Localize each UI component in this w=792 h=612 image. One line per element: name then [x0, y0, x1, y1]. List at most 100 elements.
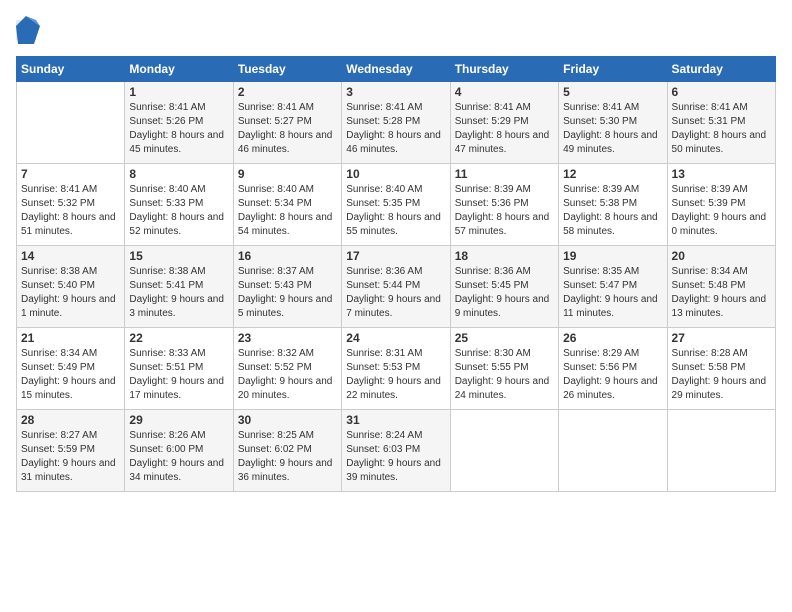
calendar-cell: 26Sunrise: 8:29 AMSunset: 5:56 PMDayligh… [559, 328, 667, 410]
calendar-cell: 9 Sunrise: 8:40 AMSunset: 5:34 PMDaylight… [233, 164, 341, 246]
calendar-week-row: 7Sunrise: 8:41 AMSunset: 5:32 PMDaylight… [17, 164, 776, 246]
day-number: 28 [21, 413, 120, 427]
cell-content: Sunrise: 8:34 AMSunset: 5:49 PMDaylight:… [21, 348, 116, 401]
cell-content: Sunrise: 8:39 AMSunset: 5:39 PMDaylight:… [672, 184, 767, 237]
day-number: 29 [129, 413, 228, 427]
calendar-cell [450, 410, 558, 492]
weekday-header: Sunday [17, 57, 125, 82]
day-number: 20 [672, 249, 771, 263]
cell-content: Sunrise: 8:31 AMSunset: 5:53 PMDaylight:… [346, 348, 441, 401]
day-number: 31 [346, 413, 445, 427]
page-container: SundayMondayTuesdayWednesdayThursdayFrid… [0, 0, 792, 500]
day-number: 11 [455, 167, 554, 181]
calendar-week-row: 14 Sunrise: 8:38 AMSunset: 5:40 PMDayligh… [17, 246, 776, 328]
weekday-header: Friday [559, 57, 667, 82]
calendar-cell: 15 Sunrise: 8:38 AMSunset: 5:41 PMDayligh… [125, 246, 233, 328]
cell-content: Sunrise: 8:34 AMSunset: 5:48 PMDaylight:… [672, 266, 767, 319]
day-number: 23 [238, 331, 337, 345]
cell-content: Sunrise: 8:36 AMSunset: 5:45 PMDaylight:… [455, 266, 550, 319]
cell-content: Sunrise: 8:26 AMSunset: 6:00 PMDaylight:… [129, 430, 224, 483]
day-number: 27 [672, 331, 771, 345]
cell-content: Sunrise: 8:35 AMSunset: 5:47 PMDaylight:… [563, 266, 658, 319]
calendar-cell: 6 Sunrise: 8:41 AMSunset: 5:31 PMDaylight… [667, 82, 775, 164]
cell-content: Sunrise: 8:41 AMSunset: 5:27 PMDaylight:… [238, 102, 333, 155]
calendar-cell: 19 Sunrise: 8:35 AMSunset: 5:47 PMDayligh… [559, 246, 667, 328]
calendar-cell: 16 Sunrise: 8:37 AMSunset: 5:43 PMDayligh… [233, 246, 341, 328]
day-number: 14 [21, 249, 120, 263]
weekday-header: Saturday [667, 57, 775, 82]
day-number: 26 [563, 331, 662, 345]
calendar-cell: 4 Sunrise: 8:41 AMSunset: 5:29 PMDaylight… [450, 82, 558, 164]
calendar-cell [667, 410, 775, 492]
cell-content: Sunrise: 8:37 AMSunset: 5:43 PMDaylight:… [238, 266, 333, 319]
calendar-cell: 10Sunrise: 8:40 AMSunset: 5:35 PMDayligh… [342, 164, 450, 246]
calendar-cell [559, 410, 667, 492]
calendar-cell: 11Sunrise: 8:39 AMSunset: 5:36 PMDayligh… [450, 164, 558, 246]
cell-content: Sunrise: 8:27 AMSunset: 5:59 PMDaylight:… [21, 430, 116, 483]
calendar-cell: 18 Sunrise: 8:36 AMSunset: 5:45 PMDayligh… [450, 246, 558, 328]
cell-content: Sunrise: 8:36 AMSunset: 5:44 PMDaylight:… [346, 266, 441, 319]
day-number: 8 [129, 167, 228, 181]
day-number: 2 [238, 85, 337, 99]
calendar-cell: 17 Sunrise: 8:36 AMSunset: 5:44 PMDayligh… [342, 246, 450, 328]
day-number: 15 [129, 249, 228, 263]
calendar-cell: 28 Sunrise: 8:27 AMSunset: 5:59 PMDayligh… [17, 410, 125, 492]
weekday-header: Thursday [450, 57, 558, 82]
cell-content: Sunrise: 8:41 AMSunset: 5:31 PMDaylight:… [672, 102, 767, 155]
calendar-cell: 13 Sunrise: 8:39 AMSunset: 5:39 PMDayligh… [667, 164, 775, 246]
cell-content: Sunrise: 8:40 AMSunset: 5:34 PMDaylight:… [238, 184, 333, 237]
calendar-week-row: 28 Sunrise: 8:27 AMSunset: 5:59 PMDayligh… [17, 410, 776, 492]
day-number: 4 [455, 85, 554, 99]
cell-content: Sunrise: 8:41 AMSunset: 5:26 PMDaylight:… [129, 102, 224, 155]
cell-content: Sunrise: 8:39 AMSunset: 5:38 PMDaylight:… [563, 184, 658, 237]
cell-content: Sunrise: 8:24 AMSunset: 6:03 PMDaylight:… [346, 430, 441, 483]
cell-content: Sunrise: 8:28 AMSunset: 5:58 PMDaylight:… [672, 348, 767, 401]
cell-content: Sunrise: 8:32 AMSunset: 5:52 PMDaylight:… [238, 348, 333, 401]
calendar-cell: 12 Sunrise: 8:39 AMSunset: 5:38 PMDayligh… [559, 164, 667, 246]
logo [16, 16, 44, 44]
calendar-cell: 1 Sunrise: 8:41 AMSunset: 5:26 PMDaylight… [125, 82, 233, 164]
day-number: 12 [563, 167, 662, 181]
calendar-week-row: 21Sunrise: 8:34 AMSunset: 5:49 PMDayligh… [17, 328, 776, 410]
calendar-cell: 3Sunrise: 8:41 AMSunset: 5:28 PMDaylight… [342, 82, 450, 164]
calendar-cell: 20 Sunrise: 8:34 AMSunset: 5:48 PMDayligh… [667, 246, 775, 328]
day-number: 1 [129, 85, 228, 99]
day-number: 25 [455, 331, 554, 345]
cell-content: Sunrise: 8:41 AMSunset: 5:30 PMDaylight:… [563, 102, 658, 155]
day-number: 3 [346, 85, 445, 99]
calendar-table: SundayMondayTuesdayWednesdayThursdayFrid… [16, 56, 776, 492]
cell-content: Sunrise: 8:33 AMSunset: 5:51 PMDaylight:… [129, 348, 224, 401]
header [16, 16, 776, 44]
day-number: 16 [238, 249, 337, 263]
cell-content: Sunrise: 8:38 AMSunset: 5:41 PMDaylight:… [129, 266, 224, 319]
calendar-cell: 24Sunrise: 8:31 AMSunset: 5:53 PMDayligh… [342, 328, 450, 410]
cell-content: Sunrise: 8:40 AMSunset: 5:33 PMDaylight:… [129, 184, 224, 237]
day-number: 6 [672, 85, 771, 99]
calendar-cell: 23 Sunrise: 8:32 AMSunset: 5:52 PMDayligh… [233, 328, 341, 410]
calendar-cell: 5 Sunrise: 8:41 AMSunset: 5:30 PMDaylight… [559, 82, 667, 164]
logo-icon [16, 16, 40, 44]
day-number: 7 [21, 167, 120, 181]
cell-content: Sunrise: 8:25 AMSunset: 6:02 PMDaylight:… [238, 430, 333, 483]
calendar-cell [17, 82, 125, 164]
day-number: 5 [563, 85, 662, 99]
calendar-cell: 29 Sunrise: 8:26 AMSunset: 6:00 PMDayligh… [125, 410, 233, 492]
day-number: 18 [455, 249, 554, 263]
calendar-cell: 2 Sunrise: 8:41 AMSunset: 5:27 PMDaylight… [233, 82, 341, 164]
day-number: 13 [672, 167, 771, 181]
calendar-cell: 21Sunrise: 8:34 AMSunset: 5:49 PMDayligh… [17, 328, 125, 410]
cell-content: Sunrise: 8:38 AMSunset: 5:40 PMDaylight:… [21, 266, 116, 319]
calendar-cell: 30Sunrise: 8:25 AMSunset: 6:02 PMDayligh… [233, 410, 341, 492]
day-number: 19 [563, 249, 662, 263]
weekday-header: Monday [125, 57, 233, 82]
cell-content: Sunrise: 8:41 AMSunset: 5:29 PMDaylight:… [455, 102, 550, 155]
calendar-cell: 31 Sunrise: 8:24 AMSunset: 6:03 PMDayligh… [342, 410, 450, 492]
calendar-cell: 7Sunrise: 8:41 AMSunset: 5:32 PMDaylight… [17, 164, 125, 246]
day-number: 17 [346, 249, 445, 263]
calendar-cell: 25 Sunrise: 8:30 AMSunset: 5:55 PMDayligh… [450, 328, 558, 410]
cell-content: Sunrise: 8:30 AMSunset: 5:55 PMDaylight:… [455, 348, 550, 401]
calendar-cell: 27 Sunrise: 8:28 AMSunset: 5:58 PMDayligh… [667, 328, 775, 410]
calendar-cell: 22Sunrise: 8:33 AMSunset: 5:51 PMDayligh… [125, 328, 233, 410]
day-number: 9 [238, 167, 337, 181]
header-row: SundayMondayTuesdayWednesdayThursdayFrid… [17, 57, 776, 82]
